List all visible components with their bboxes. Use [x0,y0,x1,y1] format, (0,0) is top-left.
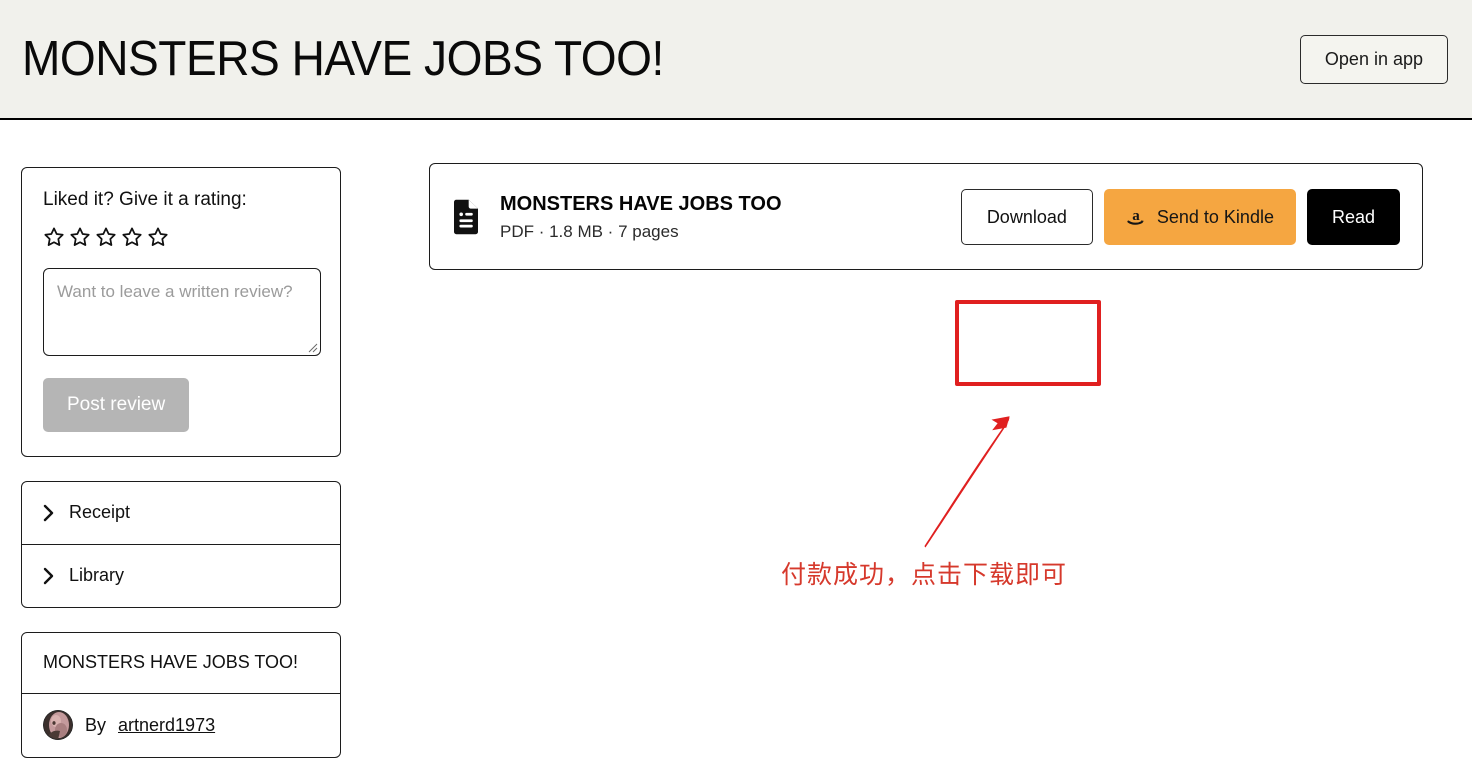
author-card-title: MONSTERS HAVE JOBS TOO! [22,633,340,694]
amazon-a-icon: a [1127,208,1144,225]
star-outline-icon[interactable] [95,226,117,248]
page-title: MONSTERS HAVE JOBS TOO! [22,31,664,86]
author-card: MONSTERS HAVE JOBS TOO! By artnerd1973 [21,632,341,758]
star-outline-icon[interactable] [121,226,143,248]
author-by-label: By [85,714,107,735]
rating-prompt: Liked it? Give it a rating: [43,189,247,210]
rating-card: Liked it? Give it a rating: Want to leav… [21,167,341,457]
accordion-card: Receipt Library [21,481,341,608]
red-arrow-up-right-icon [924,416,1010,548]
product-file-meta: PDF · 1.8 MB · 7 pages [500,221,679,241]
chevron-right-icon [43,504,54,521]
star-outline-icon[interactable] [147,226,169,248]
author-row: By artnerd1973 [22,694,340,757]
send-to-kindle-label: Send to Kindle [1156,206,1274,227]
download-button[interactable]: Download [960,188,1093,245]
download-highlight-box [955,300,1101,386]
document-icon [454,199,478,234]
star-outline-icon[interactable] [69,226,91,248]
product-download-card: MONSTERS HAVE JOBS TOO PDF · 1.8 MB · 7 … [429,163,1423,270]
product-actions: Download a Send to Kindle Read [960,188,1400,245]
accordion-item-label: Receipt [69,502,131,522]
page-content: Liked it? Give it a rating: Want to leav… [0,122,1472,776]
product-meta: MONSTERS HAVE JOBS TOO PDF · 1.8 MB · 7 … [500,194,961,240]
sidebar: Liked it? Give it a rating: Want to leav… [21,167,341,782]
page-header: MONSTERS HAVE JOBS TOO! Open in app [0,0,1472,120]
product-name: MONSTERS HAVE JOBS TOO [500,192,782,215]
send-to-kindle-button[interactable]: a Send to Kindle [1103,188,1296,245]
avatar [43,710,73,740]
star-outline-icon[interactable] [43,226,65,248]
svg-text:a: a [1132,208,1140,224]
chevron-right-icon [43,567,54,584]
accordion-item-library[interactable]: Library [22,545,340,607]
review-textarea[interactable] [43,268,321,356]
author-name-link[interactable]: artnerd1973 [118,715,215,736]
star-rating-control[interactable] [43,226,319,248]
read-button[interactable]: Read [1306,188,1400,245]
review-textarea-wrapper [43,268,321,356]
accordion-item-label: Library [69,565,125,585]
annotation-note: 付款成功，点击下载即可 [781,560,1068,589]
post-review-button[interactable]: Post review [43,378,190,432]
accordion-item-receipt[interactable]: Receipt [22,482,340,545]
open-in-app-button[interactable]: Open in app [1299,34,1448,84]
